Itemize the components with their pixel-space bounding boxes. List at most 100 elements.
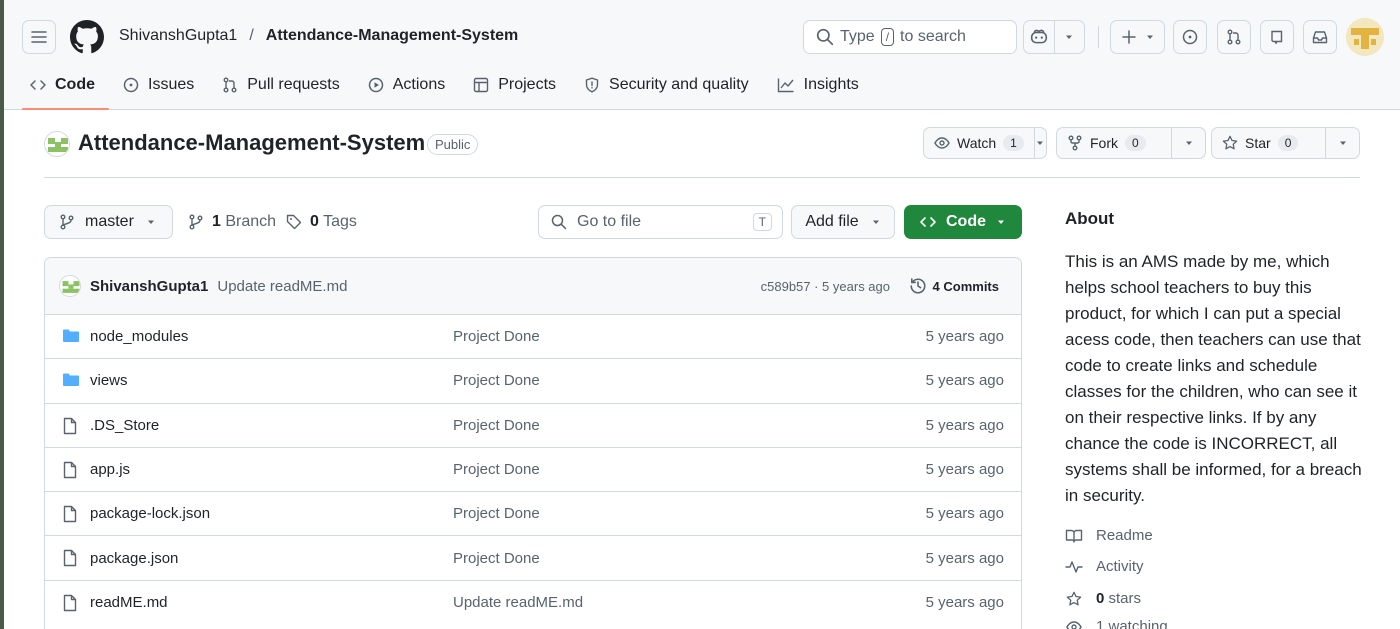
file-commit-message[interactable]: Project Done xyxy=(453,372,540,389)
star-dropdown[interactable] xyxy=(1325,128,1359,158)
watch-dropdown[interactable] xyxy=(1033,128,1046,158)
tab-insights[interactable]: Insights xyxy=(763,62,873,108)
identicon-icon xyxy=(45,132,69,156)
inbox-button[interactable] xyxy=(1303,20,1337,54)
file-name-link[interactable]: package-lock.json xyxy=(90,505,210,522)
global-search-input[interactable]: Type / to search xyxy=(803,20,1017,54)
tab-security[interactable]: Security and quality xyxy=(570,62,763,108)
file-name-link[interactable]: app.js xyxy=(90,461,130,478)
file-name-link[interactable]: .DS_Store xyxy=(90,417,159,434)
user-avatar[interactable] xyxy=(1346,18,1384,56)
add-file-label: Add file xyxy=(805,213,859,230)
star-main[interactable]: Star 0 xyxy=(1212,128,1325,158)
tab-actions[interactable]: Actions xyxy=(354,62,459,108)
file-commit-message[interactable]: Project Done xyxy=(453,328,540,345)
star-button[interactable]: Star 0 xyxy=(1211,127,1360,159)
tags-link[interactable]: 0 Tags xyxy=(286,213,357,231)
file-icon xyxy=(63,417,77,434)
folder-icon xyxy=(63,373,79,387)
issues-button[interactable] xyxy=(1173,20,1207,54)
copilot-dropdown[interactable] xyxy=(1055,21,1085,53)
go-to-file-shortcut: T xyxy=(752,213,772,231)
file-commit-message[interactable]: Project Done xyxy=(453,505,540,522)
file-commit-message[interactable]: Project Done xyxy=(453,550,540,567)
table-row[interactable]: readME.md Update readME.md 5 years ago xyxy=(45,581,1021,625)
commit-hash-time[interactable]: c589b57 · 5 years ago xyxy=(761,279,890,294)
repo-owner-avatar[interactable] xyxy=(44,131,70,157)
fork-dropdown[interactable] xyxy=(1171,128,1205,158)
folder-icon xyxy=(63,329,79,342)
fork-button[interactable]: Fork 0 xyxy=(1056,127,1206,159)
book-icon xyxy=(1065,529,1083,543)
activity-link[interactable]: Activity xyxy=(1065,558,1144,575)
table-icon xyxy=(474,77,489,93)
pulse-icon xyxy=(1065,560,1083,573)
go-to-file-input[interactable]: Go to file T xyxy=(538,205,783,239)
triangle-down-icon xyxy=(1185,141,1192,145)
issue-opened-icon xyxy=(1182,29,1198,45)
watching-link[interactable]: 1 watching xyxy=(1065,618,1168,629)
commit-message[interactable]: Update readME.md xyxy=(217,278,347,295)
about-heading: About xyxy=(1065,209,1115,228)
commit-author[interactable]: ShivanshGupta1 xyxy=(90,278,208,295)
tab-projects[interactable]: Projects xyxy=(459,62,570,108)
watch-main[interactable]: Watch 1 xyxy=(924,128,1034,158)
watch-button[interactable]: Watch 1 xyxy=(923,127,1047,159)
tab-issues[interactable]: Issues xyxy=(109,62,208,108)
star-icon xyxy=(1222,135,1238,150)
file-icon xyxy=(63,594,77,611)
tab-code[interactable]: Code xyxy=(4,62,109,110)
stars-count: 0 xyxy=(1096,590,1105,607)
copilot-icon xyxy=(1030,29,1047,44)
branch-select-button[interactable]: master xyxy=(44,205,173,239)
folder-icon-wrap xyxy=(62,328,80,348)
commit-author-avatar[interactable] xyxy=(59,275,81,297)
github-logo-icon[interactable] xyxy=(70,20,104,54)
copilot-button[interactable] xyxy=(1024,21,1055,53)
git-branch-icon xyxy=(60,214,74,230)
branches-link[interactable]: 1 Branch xyxy=(188,213,276,231)
folder-icon-wrap xyxy=(62,372,80,392)
table-row[interactable]: node_modules Project Done 5 years ago xyxy=(45,315,1021,360)
repositories-button[interactable] xyxy=(1260,20,1294,54)
table-row[interactable]: views Project Done 5 years ago xyxy=(45,359,1021,404)
repo-title[interactable]: Attendance-Management-System xyxy=(78,130,425,156)
breadcrumb-repo-link[interactable]: Attendance-Management-System xyxy=(266,27,519,45)
table-row[interactable]: package-lock.json Project Done 5 years ago xyxy=(45,492,1021,537)
fork-main[interactable]: Fork 0 xyxy=(1057,128,1171,158)
search-icon xyxy=(816,28,834,46)
file-icon-wrap xyxy=(62,505,78,527)
table-row[interactable]: app.js Project Done 5 years ago xyxy=(45,448,1021,493)
code-dropdown-button[interactable]: Code xyxy=(904,205,1022,239)
stars-link[interactable]: 0 stars xyxy=(1065,590,1141,607)
commits-link[interactable]: 4 Commits xyxy=(909,277,999,295)
star-count: 0 xyxy=(1277,135,1299,151)
graph-icon xyxy=(777,78,794,93)
file-name-link[interactable]: node_modules xyxy=(90,328,188,345)
file-name-link[interactable]: package.json xyxy=(90,550,178,567)
fork-label: Fork xyxy=(1090,135,1118,151)
file-commit-message[interactable]: Project Done xyxy=(453,417,540,434)
identicon-icon xyxy=(1346,18,1384,56)
tab-pull-requests[interactable]: Pull requests xyxy=(208,62,354,108)
file-commit-date: 5 years ago xyxy=(925,461,1004,479)
add-file-button[interactable]: Add file xyxy=(791,205,895,239)
pull-requests-button[interactable] xyxy=(1217,20,1251,54)
triangle-down-icon xyxy=(998,220,1004,224)
branch-name: master xyxy=(85,213,134,230)
breadcrumb-owner-link[interactable]: ShivanshGupta1 xyxy=(119,27,237,45)
file-commit-message[interactable]: Project Done xyxy=(453,461,540,478)
menu-button[interactable] xyxy=(22,20,56,54)
file-commit-message[interactable]: Update readME.md xyxy=(453,594,583,611)
table-row[interactable]: package.json Project Done 5 years ago xyxy=(45,536,1021,581)
triangle-down-icon xyxy=(1037,141,1044,145)
file-name-link[interactable]: readME.md xyxy=(90,594,168,611)
file-icon xyxy=(63,505,77,523)
repo-forked-icon xyxy=(1068,135,1082,151)
table-row[interactable]: .DS_Store Project Done 5 years ago xyxy=(45,404,1021,448)
code-icon xyxy=(920,217,936,227)
readme-link[interactable]: Readme xyxy=(1065,527,1153,544)
file-commit-date: 5 years ago xyxy=(925,416,1004,434)
create-new-button[interactable] xyxy=(1110,20,1165,54)
file-name-link[interactable]: views xyxy=(90,372,128,389)
